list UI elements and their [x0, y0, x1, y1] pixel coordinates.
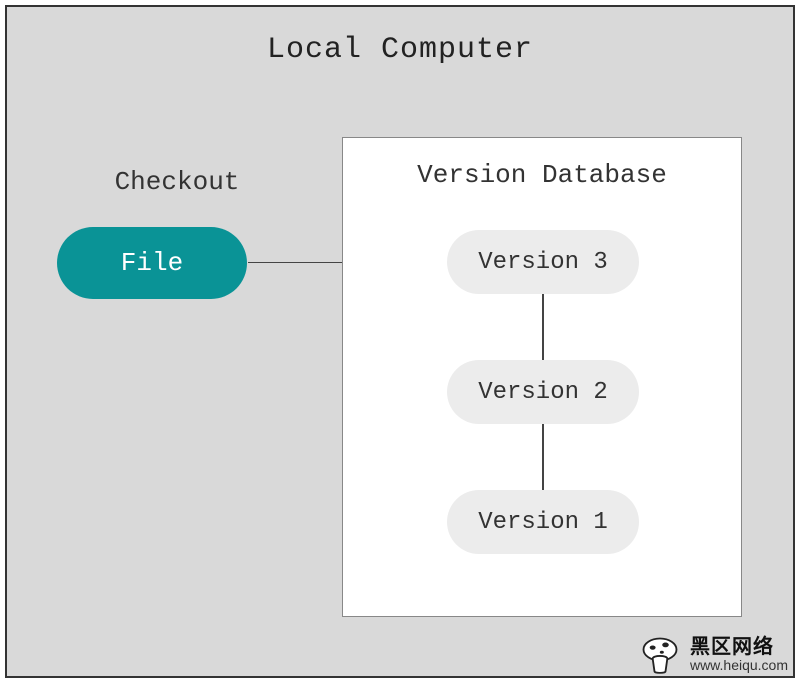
version-1-label: Version 1: [478, 509, 608, 536]
version-1-node: Version 1: [447, 490, 639, 554]
checkout-label: Checkout: [67, 167, 287, 197]
version-3-label: Version 3: [478, 249, 608, 276]
version-3-node: Version 3: [447, 230, 639, 294]
diagram-title: Local Computer: [7, 33, 793, 67]
version-database-box: Version Database Version 3 Version 2 Ver…: [342, 137, 742, 617]
local-computer-frame: Local Computer Checkout File Version Dat…: [5, 5, 795, 678]
file-node: File: [57, 227, 247, 299]
version-2-label: Version 2: [478, 379, 608, 406]
version-database-label: Version Database: [343, 160, 741, 190]
v2-to-v1-connector: [542, 424, 544, 490]
file-node-label: File: [121, 248, 183, 278]
v3-to-v2-connector: [542, 294, 544, 360]
version-2-node: Version 2: [447, 360, 639, 424]
